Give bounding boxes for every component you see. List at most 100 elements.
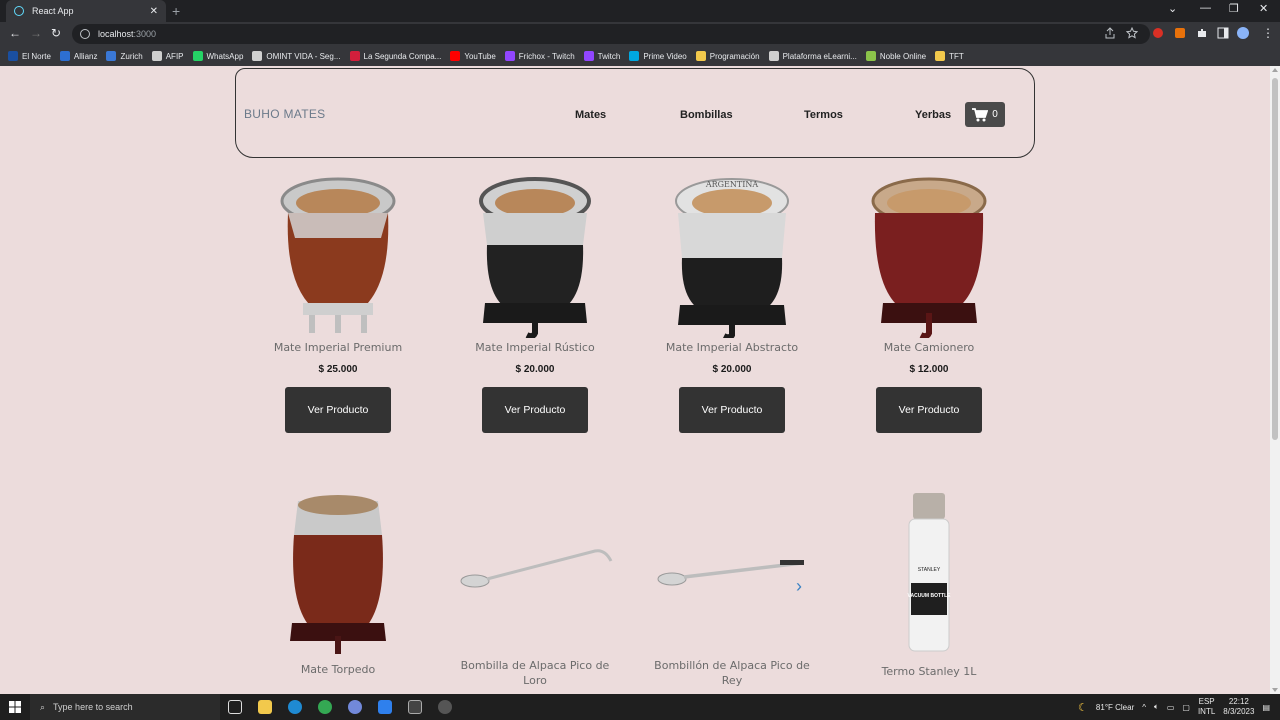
product-image-mate-imperial-abstracto[interactable]: ARGENTINA [647, 170, 817, 340]
forward-icon[interactable]: → [30, 26, 42, 40]
bookmark-item[interactable]: YouTube [450, 51, 496, 61]
weather-moon-icon[interactable]: ☾ [1078, 701, 1088, 714]
product-name[interactable]: Termo Stanley 1L [844, 664, 1014, 679]
product-image-mate-torpedo[interactable] [253, 488, 423, 658]
product-image-termo-stanley[interactable]: STANLEY VACUUM BOTTLE [844, 488, 1014, 658]
site-navbar: BUHO MATES Mates Bombillas Termos Yerbas… [235, 68, 1035, 158]
vscode-icon[interactable] [370, 694, 400, 720]
extensions-puzzle-icon[interactable] [1196, 27, 1208, 39]
windows-taskbar: ⌕ Type here to search ☾ 81°F Clear ^ 🔈︎ … [0, 694, 1280, 720]
edge-icon[interactable] [280, 694, 310, 720]
bookmark-item[interactable]: La Segunda Compa... [349, 51, 441, 61]
taskbar-search-input[interactable]: ⌕ Type here to search [30, 694, 220, 720]
nav-link-mates[interactable]: Mates [575, 109, 606, 121]
bookmark-item[interactable]: Frichox - Twitch [504, 51, 575, 61]
menu-kebab-icon[interactable]: ⋮ [1262, 26, 1274, 40]
bookmark-item[interactable]: Twitch [583, 51, 621, 61]
nav-link-termos[interactable]: Termos [804, 109, 843, 121]
task-view-icon[interactable] [220, 694, 250, 720]
reload-icon[interactable]: ↻ [51, 26, 61, 40]
nav-link-yerbas[interactable]: Yerbas [915, 109, 951, 121]
bookmark-label: Noble Online [879, 51, 927, 61]
tab-react-app[interactable]: React App ✕ [6, 0, 166, 22]
notifications-icon[interactable]: ▤ [1262, 703, 1270, 712]
product-image-mate-camionero[interactable] [844, 170, 1014, 340]
ver-producto-button[interactable]: Ver Producto [876, 387, 982, 433]
chrome-icon[interactable] [310, 694, 340, 720]
nav-link-bombillas[interactable]: Bombillas [680, 109, 733, 121]
product-name[interactable]: Bombillón de Alpaca Pico de Rey [647, 658, 817, 688]
search-placeholder: Type here to search [53, 702, 133, 712]
ver-producto-button[interactable]: Ver Producto [285, 387, 391, 433]
extension-orange-icon[interactable] [1174, 27, 1186, 39]
file-explorer-icon[interactable] [250, 694, 280, 720]
network-icon[interactable]: ▭ [1167, 703, 1175, 712]
web-page: BUHO MATES Mates Bombillas Termos Yerbas… [0, 66, 1270, 694]
bookmark-item[interactable]: OMINT VIDA - Seg... [252, 51, 341, 61]
new-tab-icon[interactable]: + [172, 3, 180, 19]
page-scrollbar[interactable] [1270, 66, 1280, 694]
cart-count: 0 [992, 109, 998, 120]
bookmark-label: Twitch [597, 51, 621, 61]
address-bar[interactable]: localhost:3000 [72, 24, 1150, 44]
tab-close-icon[interactable]: ✕ [150, 6, 158, 17]
side-panel-icon[interactable] [1217, 27, 1229, 39]
weather-text[interactable]: 81°F Clear [1096, 703, 1134, 712]
bookmark-item[interactable]: El Norte [8, 51, 51, 61]
ver-producto-button[interactable]: Ver Producto [482, 387, 588, 433]
shopping-cart-icon [972, 107, 989, 121]
product-card: Mate Imperial Premium $ 25.000 Ver Produ… [253, 170, 423, 433]
share-icon[interactable] [1104, 27, 1116, 39]
bookmark-favicon-icon [151, 51, 162, 61]
bookmark-star-icon[interactable] [1126, 27, 1138, 39]
bookmark-item[interactable]: AFIP [151, 51, 184, 61]
svg-text:VACUUM BOTTLE: VACUUM BOTTLE [908, 593, 952, 599]
back-icon[interactable]: ← [9, 26, 21, 40]
bookmark-item[interactable]: WhatsApp [192, 51, 243, 61]
ver-producto-button[interactable]: Ver Producto [679, 387, 785, 433]
tray-chevron-icon[interactable]: ^ [1142, 703, 1146, 712]
windows-start-icon[interactable] [0, 694, 30, 720]
cart-button[interactable]: 0 [965, 102, 1005, 127]
bookmark-item[interactable]: TFT [935, 51, 964, 61]
product-name[interactable]: Mate Imperial Rústico [450, 340, 620, 355]
product-name[interactable]: Mate Torpedo [253, 662, 423, 677]
display-icon[interactable]: ▢ [1182, 703, 1190, 712]
extension-red-icon[interactable] [1152, 27, 1164, 39]
carousel-next-icon[interactable]: › [796, 576, 802, 597]
scroll-down-icon[interactable] [1272, 688, 1278, 692]
volume-icon[interactable]: 🔈︎ [1154, 702, 1159, 712]
bookmark-favicon-icon [865, 51, 876, 61]
product-image-bombilla-pico-de-loro[interactable] [450, 488, 620, 658]
product-image-mate-imperial-premium[interactable] [253, 170, 423, 340]
product-name[interactable]: Mate Camionero [844, 340, 1014, 355]
site-info-icon[interactable] [80, 29, 90, 39]
bookmark-item[interactable]: Plataforma eLearni... [768, 51, 857, 61]
bookmark-item[interactable]: Zurich [106, 51, 143, 61]
product-name[interactable]: Bombilla de Alpaca Pico de Loro [450, 658, 620, 688]
scrollbar-thumb[interactable] [1272, 78, 1278, 440]
discord-icon[interactable] [340, 694, 370, 720]
restore-icon[interactable]: ❐ [1229, 2, 1239, 15]
tab-search-icon[interactable]: ⌄ [1168, 2, 1177, 15]
bookmark-item[interactable]: Noble Online [865, 51, 927, 61]
settings-app-icon[interactable] [430, 694, 460, 720]
bookmark-item[interactable]: Programación [695, 51, 760, 61]
bookmark-favicon-icon [695, 51, 706, 61]
clock[interactable]: 22:12 8/3/2023 [1223, 697, 1254, 717]
bookmark-item[interactable]: Prime Video [629, 51, 687, 61]
product-name[interactable]: Mate Imperial Premium [253, 340, 423, 355]
bookmark-favicon-icon [935, 51, 946, 61]
product-image-bombillon-pico-de-rey[interactable] [647, 488, 817, 658]
product-name[interactable]: Mate Imperial Abstracto [647, 340, 817, 355]
minimize-icon[interactable]: — [1200, 2, 1211, 14]
profile-avatar-icon[interactable] [1237, 27, 1249, 39]
brand-logo[interactable]: BUHO MATES [244, 107, 325, 121]
keyboard-lang[interactable]: ESP INTL [1198, 697, 1215, 717]
terminal-icon[interactable] [400, 694, 430, 720]
window-close-icon[interactable]: ✕ [1259, 2, 1268, 15]
scroll-up-icon[interactable] [1272, 68, 1278, 72]
bookmark-item[interactable]: Allianz [59, 51, 97, 61]
bookmarks-bar: El Norte Allianz Zurich AFIP WhatsApp OMINT V… [0, 46, 1280, 66]
product-image-mate-imperial-rustico[interactable] [450, 170, 620, 340]
